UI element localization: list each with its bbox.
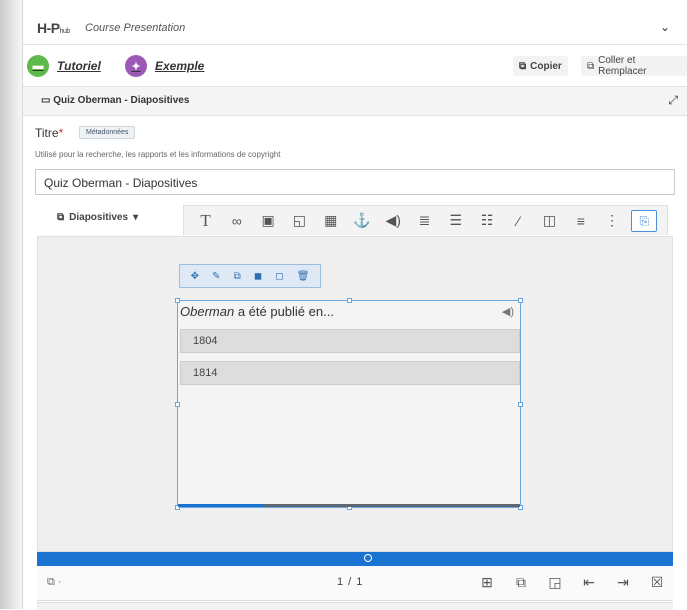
required-mark: * bbox=[58, 126, 64, 140]
delete-slide-icon[interactable]: ☒ bbox=[647, 574, 667, 591]
resize-handle[interactable] bbox=[518, 402, 523, 407]
edit-icon[interactable]: ✎ bbox=[212, 271, 220, 282]
video-icon[interactable]: ▦ bbox=[319, 212, 343, 229]
resize-handle[interactable] bbox=[175, 402, 180, 407]
copy-element-icon[interactable]: ⧉ bbox=[234, 271, 241, 282]
link-icon[interactable]: ∞ bbox=[225, 213, 249, 229]
section-title: ▭ Quiz Oberman - Diapositives bbox=[41, 95, 189, 106]
answer-option[interactable]: 1814 bbox=[180, 361, 520, 385]
tutorial-link[interactable]: ▬ Tutoriel bbox=[27, 55, 101, 77]
paste-icon[interactable]: ⎘ bbox=[631, 209, 658, 232]
move-slide-right-icon[interactable]: ⇥ bbox=[613, 574, 633, 591]
fill-blanks-icon[interactable]: ≣ bbox=[412, 212, 436, 229]
page-indicator: 1 / 1 bbox=[337, 576, 364, 588]
example-link[interactable]: ✦ Exemple bbox=[125, 55, 204, 77]
new-slide-icon[interactable]: ⊞ bbox=[477, 574, 497, 591]
drag-drop-icon[interactable]: ◫ bbox=[538, 212, 562, 229]
copy-button[interactable]: ⧉ Copier bbox=[513, 56, 568, 76]
question-title-italic: Oberman bbox=[180, 304, 235, 319]
true-false-icon[interactable]: ⁄ bbox=[506, 213, 530, 229]
shapes-icon[interactable]: ◱ bbox=[287, 212, 311, 229]
resize-handle[interactable] bbox=[518, 298, 523, 303]
send-back-icon[interactable]: ◻ bbox=[275, 271, 283, 282]
summary-icon[interactable]: ≡ bbox=[569, 213, 593, 229]
delete-icon[interactable]: 🗑 bbox=[297, 271, 310, 282]
content-type-header[interactable]: H-Phub Course Presentation ⌄ bbox=[23, 0, 687, 45]
single-choice-icon[interactable]: ☰ bbox=[444, 212, 468, 229]
audio-icon[interactable]: ◀) bbox=[381, 212, 405, 229]
title-label-text: Titre bbox=[35, 126, 59, 140]
title-input[interactable]: Quiz Oberman - Diapositives bbox=[35, 169, 675, 195]
title-help-text: Utilisé pour la recherche, les rapports … bbox=[35, 150, 281, 159]
resize-handle[interactable] bbox=[175, 298, 180, 303]
bring-front-icon[interactable]: ◼ bbox=[254, 271, 262, 282]
paste-replace-label: Coller et Remplacer bbox=[598, 55, 647, 77]
fullscreen-icon[interactable]: ⤢ bbox=[668, 93, 678, 108]
h5p-hub-logo: H-Phub bbox=[37, 20, 70, 36]
question-element[interactable]: Oberman a été publié en... ◀) 1804 1814 bbox=[175, 298, 523, 510]
slides-icon: ⧉ bbox=[57, 212, 65, 223]
slide-actions: ⊞ ⧉ ◲ ⇤ ⇥ ☒ bbox=[477, 574, 667, 591]
slides-icon: ▭ bbox=[41, 95, 51, 106]
chevron-down-icon: ▾ bbox=[133, 212, 139, 223]
question-progress-fill bbox=[178, 504, 264, 507]
title-label: Titre* bbox=[35, 126, 63, 140]
resize-handle[interactable] bbox=[347, 298, 352, 303]
section-title-text: Quiz Oberman - Diapositives bbox=[53, 95, 190, 106]
anchor-icon[interactable]: ⚓ bbox=[350, 212, 374, 229]
slide-background-icon[interactable]: ◲ bbox=[545, 574, 565, 591]
move-slide-left-icon[interactable]: ⇤ bbox=[579, 574, 599, 591]
question-title-rest: a été publié en... bbox=[234, 304, 334, 319]
slides-label: Diapositives bbox=[69, 212, 129, 223]
metadata-button[interactable]: Métadonnées bbox=[79, 126, 136, 139]
example-label: Exemple bbox=[155, 59, 205, 73]
book-icon: ▬ bbox=[27, 55, 49, 77]
clone-slide-icon[interactable]: ⧉ bbox=[511, 574, 531, 591]
slide-progress-bar[interactable] bbox=[37, 552, 673, 566]
more-icon[interactable]: ⋮ bbox=[600, 212, 624, 229]
chevron-down-icon[interactable]: ⌄ bbox=[660, 20, 670, 34]
tutorial-label: Tutoriel bbox=[57, 59, 101, 73]
paste-icon: ⧉ bbox=[587, 60, 595, 72]
element-toolbar: ✥ ✎ ⧉ ◼ ◻ 🗑 bbox=[179, 264, 321, 288]
question-text: Oberman a été publié en... bbox=[180, 304, 334, 319]
audio-icon[interactable]: ◀) bbox=[502, 305, 514, 318]
slides-dropdown[interactable]: ⧉ Diapositives ▾ bbox=[57, 212, 138, 223]
answer-option[interactable]: 1804 bbox=[180, 329, 520, 353]
current-slide-marker[interactable] bbox=[364, 554, 372, 562]
editor-panel: H-Phub Course Presentation ⌄ ▬ Tutoriel … bbox=[22, 0, 687, 610]
window-left-frame bbox=[0, 0, 22, 609]
content-type-title: Course Presentation bbox=[85, 22, 186, 34]
move-icon[interactable]: ✥ bbox=[191, 271, 199, 282]
copy-label: Copier bbox=[530, 60, 562, 72]
wand-icon: ✦ bbox=[125, 55, 147, 77]
image-icon[interactable]: ▣ bbox=[256, 212, 280, 229]
text-icon[interactable]: T bbox=[194, 211, 218, 231]
slides-menu-icon[interactable]: ⧉ · bbox=[47, 576, 62, 589]
multiple-choice-icon[interactable]: ☷ bbox=[475, 212, 499, 229]
slide-footer: ⧉ · 1 / 1 ⊞ ⧉ ◲ ⇤ ⇥ ☒ bbox=[37, 566, 673, 601]
copy-icon: ⧉ bbox=[519, 60, 527, 72]
content-toolbar: T ∞ ▣ ◱ ▦ ⚓ ◀) ≣ ☰ ☷ ⁄ ◫ ≡ ⋮ ⎘ bbox=[183, 205, 668, 235]
section-bar: ▭ Quiz Oberman - Diapositives ⤢ bbox=[23, 86, 687, 116]
paste-replace-button[interactable]: ⧉ Coller et Remplacer bbox=[581, 55, 687, 77]
